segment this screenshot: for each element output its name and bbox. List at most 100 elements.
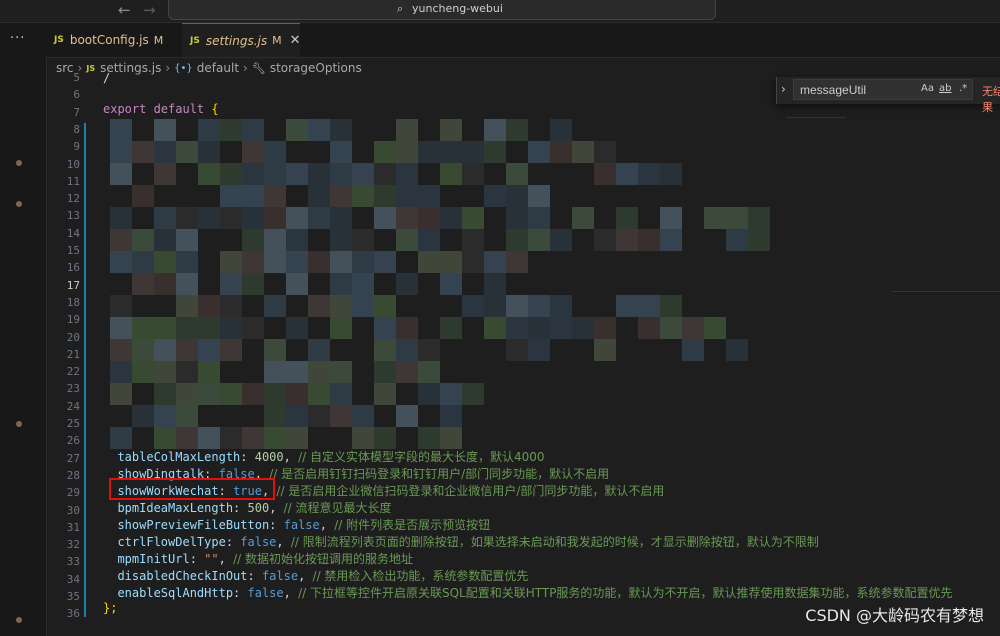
pixel-cell: [154, 273, 176, 295]
use-regex-icon[interactable]: .*: [959, 83, 967, 94]
tab-settings[interactable]: JS settings.js M ✕: [182, 23, 301, 57]
pixel-cell: [242, 251, 264, 273]
pixel-cell: [704, 317, 726, 339]
pixel-cell: [418, 339, 440, 361]
line-number: 34: [66, 572, 80, 586]
pixel-cell: [550, 295, 572, 317]
pixel-cell: [330, 317, 352, 339]
match-whole-word-icon[interactable]: ab: [939, 83, 951, 94]
pixel-cell: [682, 339, 704, 361]
pixel-cell: [484, 317, 506, 339]
line-number: 12: [66, 192, 80, 206]
pixel-cell: [110, 427, 132, 449]
breakpoint-dot-icon: [16, 421, 22, 427]
activity-bar: ···: [0, 23, 47, 636]
pixel-cell: [286, 361, 308, 383]
pixel-cell: [374, 361, 396, 383]
editor-tab-bar: JS bootConfig.js M JS settings.js M ✕: [46, 23, 1000, 58]
pixel-cell: [154, 207, 176, 229]
pixel-cell: [462, 383, 484, 405]
command-center-search[interactable]: ⌕ yuncheng-webui: [168, 0, 716, 20]
pixel-cell: [550, 119, 572, 141]
pixel-cell: [396, 207, 418, 229]
pixel-cell: [506, 185, 528, 207]
pixel-cell: [440, 207, 462, 229]
breadcrumb-item-storage-options[interactable]: storageOptions: [270, 61, 362, 75]
pixel-cell: [264, 405, 286, 427]
breadcrumb-item-default[interactable]: default: [197, 61, 239, 75]
code-line-30: showPreviewFileButton: false, // 附件列表是否展…: [117, 518, 491, 532]
pixel-cell: [638, 229, 660, 251]
pixel-cell: [352, 405, 374, 427]
more-actions-button[interactable]: ···: [10, 31, 25, 46]
pixel-cell: [330, 229, 352, 251]
pixel-cell: [572, 141, 594, 163]
pixel-cell: [506, 207, 528, 229]
tab-bootconfig[interactable]: JS bootConfig.js M: [46, 23, 174, 57]
pixel-cell: [440, 119, 462, 141]
line-number: 27: [66, 451, 80, 465]
pixel-cell: [110, 207, 132, 229]
pixel-cell: [440, 273, 462, 295]
code-line-6: export default {: [103, 102, 219, 116]
pixel-cell: [220, 427, 242, 449]
pixel-cell: [748, 229, 770, 251]
pixel-cell: [726, 229, 748, 251]
forward-arrow-icon[interactable]: →: [143, 1, 156, 19]
pixel-cell: [594, 163, 616, 185]
match-case-icon[interactable]: Aa: [921, 83, 934, 94]
pixel-cell: [286, 207, 308, 229]
pixel-cell: [726, 207, 748, 229]
pixel-cell: [396, 185, 418, 207]
pixel-cell: [220, 163, 242, 185]
pixel-cell: [308, 383, 330, 405]
line-number: 30: [66, 503, 80, 517]
line-number: 21: [66, 347, 80, 361]
pixel-cell: [440, 405, 462, 427]
pixel-cell: [396, 361, 418, 383]
pixel-cell: [462, 207, 484, 229]
minimap-line: [786, 117, 846, 118]
pixel-cell: [198, 141, 220, 163]
pixel-cell: [396, 229, 418, 251]
code-line-26: tableColMaxLength: 4000, // 自定义实体模型字段的最大…: [117, 450, 545, 464]
pixel-cell: [286, 163, 308, 185]
line-number: 25: [66, 417, 80, 430]
pixel-cell: [308, 295, 330, 317]
pixel-cell: [396, 405, 418, 427]
pixel-cell: [308, 207, 330, 229]
pixel-cell: [264, 339, 286, 361]
line-number: 15: [66, 244, 80, 257]
pixel-cell: [242, 273, 264, 295]
pixel-cell: [176, 141, 198, 163]
pixel-cell: [462, 295, 484, 317]
pixel-cell: [198, 207, 220, 229]
pixel-cell: [462, 163, 484, 185]
toggle-replace-chevron-icon[interactable]: ›: [781, 82, 786, 96]
pixel-cell: [176, 317, 198, 339]
close-icon[interactable]: ✕: [290, 33, 301, 48]
line-number: 13: [66, 209, 80, 223]
pixel-cell: [264, 141, 286, 163]
code-editor[interactable]: 5 6 7 8 9 10 11 12 13 14 15 16 17 18 19 20 21 22 23 24 25 26 2…: [46, 71, 1000, 636]
pixel-cell: [418, 141, 440, 163]
pixel-cell: [198, 339, 220, 361]
pixel-cell: [594, 317, 616, 339]
back-arrow-icon[interactable]: ←: [118, 1, 131, 19]
line-number: 26: [66, 434, 80, 448]
pixel-cell: [726, 339, 748, 361]
pixel-cell: [506, 163, 528, 185]
pixel-cell: [484, 251, 506, 273]
code-line-35: };: [103, 601, 118, 615]
line-number: 5: [73, 71, 80, 84]
pixel-cell: [110, 163, 132, 185]
pixel-cell: [132, 361, 154, 383]
pixel-cell: [352, 251, 374, 273]
pixel-cell: [396, 273, 418, 295]
find-input[interactable]: messageUtil Aa ab .*: [793, 79, 973, 100]
pixel-cell: [132, 317, 154, 339]
pixel-cell: [154, 163, 176, 185]
code-line-33: disabledCheckInOut: false, // 禁用检入检出功能，系…: [117, 569, 529, 583]
pixel-cell: [220, 207, 242, 229]
pixel-cell: [638, 295, 660, 317]
